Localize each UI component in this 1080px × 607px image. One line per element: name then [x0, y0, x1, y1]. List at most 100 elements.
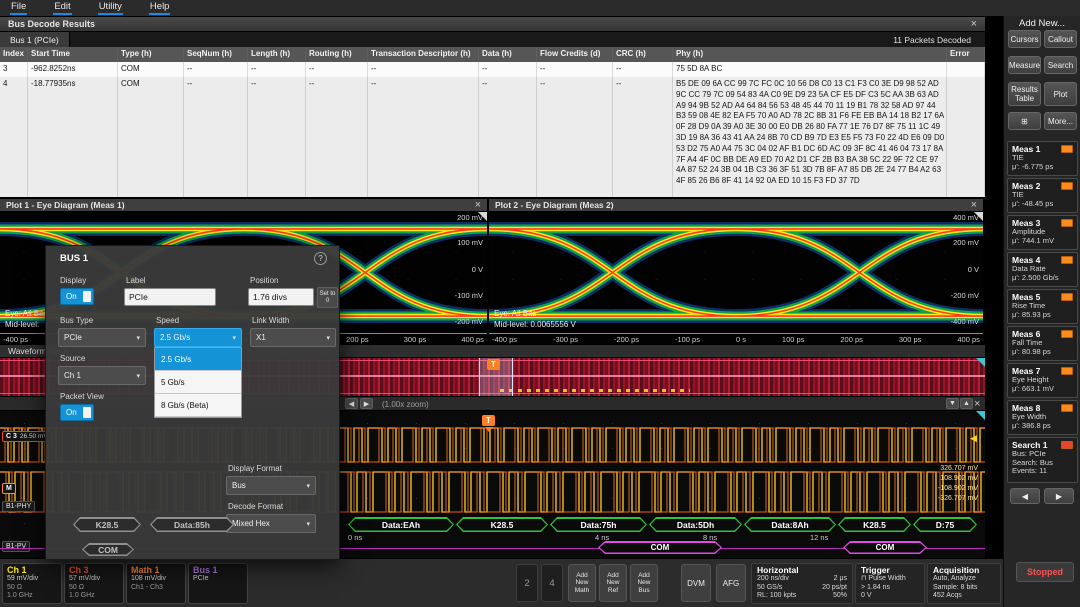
link-width-dropdown[interactable]: X1▾	[250, 328, 336, 347]
column-header: Start Time	[28, 47, 118, 62]
speed-option-selected[interactable]: 2.5 Gb/s	[155, 348, 241, 371]
meas3-badge[interactable]: Meas 3 Amplitudeμ': 744.1 mV	[1007, 215, 1078, 250]
cell-phy: 75 5D 8A BC	[673, 62, 947, 77]
cell-seqnum: --	[184, 62, 248, 77]
packet-view-toggle[interactable]: On	[60, 404, 94, 421]
add-new-bus-button[interactable]: AddNewBus	[630, 564, 658, 602]
panel-title: Bus Decode Results	[8, 19, 95, 29]
y-axis-label: 400 mV	[935, 213, 979, 222]
zoom-handle-icon[interactable]	[976, 358, 985, 367]
cell-crc: --	[613, 62, 673, 77]
ch2-inactive-chip[interactable]: 2	[516, 564, 538, 602]
speed-option[interactable]: 8 Gb/s (Beta)	[155, 394, 241, 417]
meas7-badge[interactable]: Meas 7 Eye Heightμ': 663.1 mV	[1007, 363, 1078, 398]
ch3-level-value: 26.50 mV	[20, 433, 48, 440]
trigger-marker[interactable]: T	[487, 359, 500, 370]
pan-left-button[interactable]: ◀	[345, 398, 358, 409]
add-new-ref-button[interactable]: AddNewRef	[599, 564, 627, 602]
table-row[interactable]: 3 -962.8252ns COM -- -- -- -- -- -- -- 7…	[0, 62, 985, 77]
acquisition-panel[interactable]: Acquisition Auto, Analyze Sample: 8 bits…	[927, 563, 1001, 604]
b1-phy-label[interactable]: B1-PHY	[2, 501, 35, 512]
help-icon[interactable]: ?	[314, 252, 327, 265]
set-to-zero-button[interactable]: Set to 0	[317, 287, 338, 308]
position-input[interactable]	[248, 288, 314, 306]
meas4-badge[interactable]: Meas 4 Data Rateμ': 2.500 Gb/s	[1007, 252, 1078, 287]
zoom-in-button[interactable]: ▲	[960, 398, 973, 409]
meas6-badge[interactable]: Meas 6 Fall Timeμ': 80.98 ps	[1007, 326, 1078, 361]
column-header: Phy (h)	[673, 47, 947, 62]
meas2-badge[interactable]: Meas 2 TIEμ': -48.45 ps	[1007, 178, 1078, 213]
zoom-handle-icon[interactable]	[976, 411, 985, 420]
plot2-canvas: 400 mV 200 mV 0 V -200 mV -400 mV Eye: A…	[489, 212, 983, 345]
measure-button[interactable]: Measure	[1008, 56, 1041, 74]
ch1-badge[interactable]: Ch 1 59 mV/div 50 Ω 1.0 GHz	[2, 563, 62, 604]
plot-button[interactable]: Plot	[1044, 82, 1077, 106]
bus-type-dropdown[interactable]: PCIe▾	[58, 328, 146, 347]
menu-help[interactable]: Help	[149, 1, 171, 15]
badge-impedance: 50 Ω	[7, 584, 57, 593]
settings-bar: Ch 1 59 mV/div 50 Ω 1.0 GHz Ch 3 57 mV/d…	[0, 558, 1003, 607]
display-format-dropdown[interactable]: Bus▾	[226, 476, 316, 495]
search-button[interactable]: Search	[1044, 56, 1077, 74]
bus-decode-title-bar: Bus Decode Results ×	[0, 17, 985, 32]
menu-file[interactable]: File	[10, 1, 27, 15]
trigger-title: Trigger	[861, 565, 919, 575]
cell-error	[947, 77, 985, 197]
column-header: Length (h)	[248, 47, 306, 62]
callout-button[interactable]: Callout	[1044, 30, 1077, 48]
close-icon[interactable]: ×	[971, 19, 977, 29]
zoom-out-button[interactable]: ▼	[946, 398, 959, 409]
meas1-badge[interactable]: Meas 1 TIEμ': -6.775 ps	[1007, 141, 1078, 176]
meas5-badge[interactable]: Meas 5 Rise Timeμ': 85.93 ps	[1007, 289, 1078, 324]
cursors-button[interactable]: Cursors	[1008, 30, 1041, 48]
x-axis-label: 400 ps	[461, 335, 484, 345]
cell-length: --	[248, 62, 306, 77]
trigger-marker[interactable]: T	[482, 415, 495, 426]
trigger-panel[interactable]: Trigger ⊓ Pulse Width > 1.84 ns 0 V	[855, 563, 925, 604]
decode-format-dropdown[interactable]: Mixed Hex▾	[226, 514, 316, 533]
b1-pv-label[interactable]: B1-PV	[2, 541, 30, 552]
close-icon[interactable]: ×	[974, 399, 980, 409]
meas8-badge[interactable]: Meas 8 Eye Widthμ': 386.8 ps	[1007, 400, 1078, 435]
ch4-inactive-chip[interactable]: 4	[541, 564, 563, 602]
toggle-state-label: On	[66, 292, 77, 301]
display-toggle[interactable]: On	[60, 288, 94, 305]
speed-option[interactable]: 5 Gb/s	[155, 371, 241, 394]
horizontal-panel[interactable]: Horizontal 200 ns/div2 μs 50 GS/s20 ps/p…	[751, 563, 853, 604]
search-prev-button[interactable]: ◀	[1010, 488, 1040, 504]
apps-icon[interactable]: ⊞	[1008, 112, 1041, 130]
run-stop-status-button[interactable]: Stopped	[1016, 562, 1074, 582]
bus-label-input[interactable]	[124, 288, 216, 306]
decode-format-value: Mixed Hex	[232, 519, 270, 528]
y-axis-label: -200 mV	[439, 317, 483, 326]
math1-badge[interactable]: Math 1 108 mV/div Ch1 - Ch3	[126, 563, 186, 604]
tab-bus1-pcie[interactable]: Bus 1 (PCIe)	[0, 32, 70, 47]
results-table-button[interactable]: Results Table	[1008, 82, 1041, 106]
close-icon[interactable]: ×	[475, 200, 481, 210]
bus1-badge[interactable]: Bus 1 PCIe	[188, 563, 248, 604]
add-new-math-button[interactable]: AddNewMath	[568, 564, 596, 602]
source-dropdown[interactable]: Ch 1▾	[58, 366, 146, 385]
trigger-mode: Pulse Width	[868, 575, 905, 582]
search-next-button[interactable]: ▶	[1044, 488, 1074, 504]
table-row[interactable]: 4 -18.77935ns COM -- -- -- -- -- -- -- B…	[0, 77, 985, 197]
search1-badge[interactable]: Search 1 Bus: PCIe Search: Bus Events: 1…	[1007, 437, 1078, 483]
column-header: Type (h)	[118, 47, 184, 62]
cell-flow: --	[537, 77, 613, 197]
dvm-button[interactable]: DVM	[681, 564, 711, 602]
ch3-badge[interactable]: Ch 3 57 mV/div 50 Ω 1.0 GHz	[64, 563, 124, 604]
more-button[interactable]: More...	[1044, 112, 1077, 130]
plot2-title: Plot 2 - Eye Diagram (Meas 2)	[495, 200, 614, 210]
menu-utility[interactable]: Utility	[98, 1, 123, 15]
speed-value: 2.5 Gb/s	[160, 333, 190, 342]
bus-decode-bubble: Data:75h	[550, 517, 647, 532]
menu-edit[interactable]: Edit	[53, 1, 71, 15]
level-readout: 326.707 mV	[920, 465, 978, 472]
speed-dropdown[interactable]: 2.5 Gb/s▾	[154, 328, 242, 347]
math-level-chip[interactable]: M	[2, 483, 16, 494]
pan-right-button[interactable]: ▶	[360, 398, 373, 409]
afg-button[interactable]: AFG	[716, 564, 746, 602]
cell-data: --	[479, 62, 537, 77]
source-value: Ch 1	[64, 371, 81, 380]
close-icon[interactable]: ×	[971, 200, 977, 210]
